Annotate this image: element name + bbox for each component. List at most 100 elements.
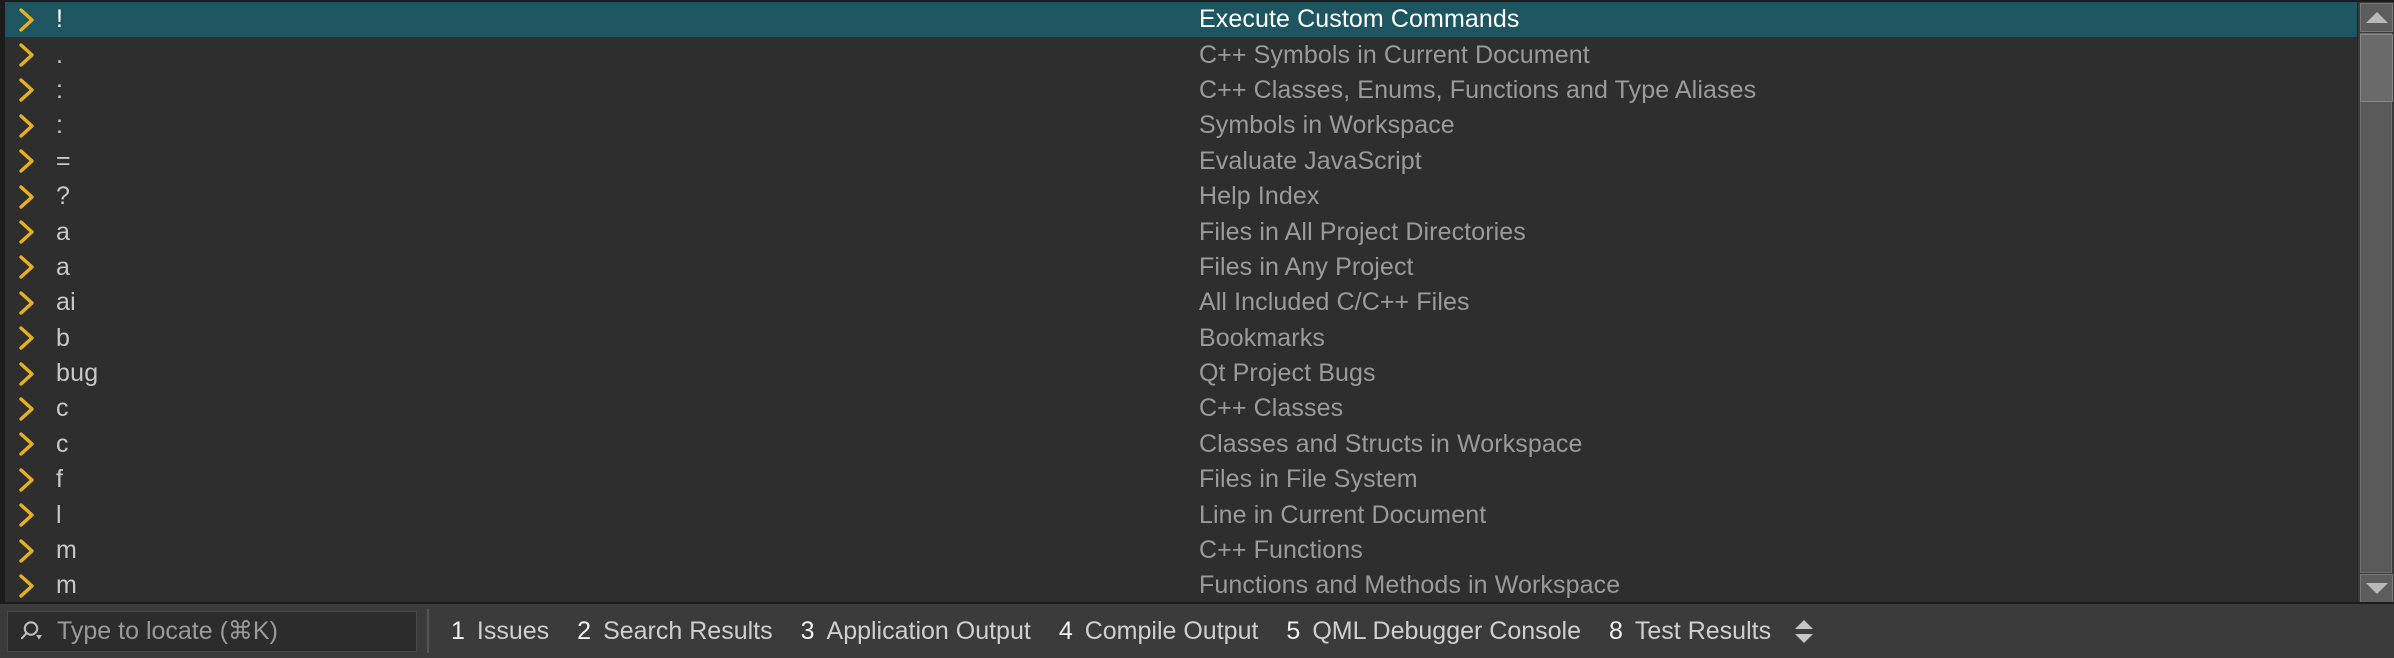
output-pane-button[interactable]: 2 Search Results [563, 616, 786, 645]
filter-description: Execute Custom Commands [1199, 7, 1520, 33]
chevron-right-icon [5, 148, 49, 174]
locator-filter-popup: ! Execute Custom Commands. C++ Symbols in … [0, 0, 2394, 602]
stepper-down-arrow-icon [1795, 633, 1814, 643]
chevron-right-icon [5, 431, 49, 457]
chevron-right-icon [5, 538, 49, 564]
scroll-down-arrow-icon [2365, 583, 2388, 594]
locator-filter-row[interactable]: . C++ Symbols in Current Document [5, 37, 2357, 73]
chevron-right-icon [5, 467, 49, 493]
chevron-right-icon [5, 113, 49, 139]
output-pane-buttons: 1 Issues 2 Search Results 3 Application Outpu… [437, 604, 2394, 658]
filter-description: Line in Current Document [1199, 502, 1487, 528]
locator-filter-row[interactable]: a Files in Any Project [5, 249, 2357, 286]
locator-filter-row[interactable]: : Symbols in Workspace [5, 108, 2357, 144]
scroll-up-arrow-icon [2365, 12, 2388, 23]
filter-prefix: m [56, 573, 78, 599]
locator-filter-row[interactable]: c Classes and Structs in Workspace [5, 426, 2357, 463]
filter-description: Classes and Structs in Workspace [1199, 431, 1583, 457]
filter-description: C++ Classes, Enums, Functions and Type A… [1199, 77, 1757, 103]
scroll-down-button[interactable] [2360, 574, 2393, 602]
filter-description: Files in Any Project [1199, 254, 1414, 280]
chevron-right-icon [5, 290, 49, 316]
chevron-right-icon [5, 219, 49, 245]
locator-filter-row[interactable]: l Line in Current Document [5, 497, 2357, 533]
locator-list-scrollbar[interactable] [2357, 2, 2394, 602]
filter-description: C++ Functions [1199, 538, 1363, 564]
scrollbar-thumb[interactable] [2360, 34, 2393, 102]
output-pane-label: Application Output [826, 616, 1031, 645]
output-pane-button[interactable]: 3 Application Output [787, 616, 1045, 645]
chevron-right-icon [5, 325, 49, 351]
output-pane-button[interactable]: 5 QML Debugger Console [1272, 616, 1595, 645]
output-pane-button[interactable]: 1 Issues [437, 616, 563, 645]
output-pane-number: 8 [1609, 616, 1623, 645]
locator-filter-row[interactable]: a Files in All Project Directories [5, 214, 2357, 250]
locator-filter-row[interactable]: bug Qt Project Bugs [5, 355, 2357, 392]
output-pane-label: Search Results [603, 616, 773, 645]
locator-filter-row[interactable]: ai All Included C/C++ Files [5, 285, 2357, 321]
output-pane-label: QML Debugger Console [1312, 616, 1581, 645]
filter-prefix: c [56, 396, 69, 422]
output-pane-number: 4 [1058, 616, 1073, 645]
filter-prefix: ? [56, 184, 71, 210]
chevron-right-icon [5, 361, 49, 387]
filter-prefix: : [56, 77, 64, 103]
filter-description: Help Index [1199, 184, 1320, 210]
filter-prefix: l [56, 502, 62, 528]
locator-filter-row[interactable]: m Functions and Methods in Workspace [5, 568, 2357, 602]
filter-description: Qt Project Bugs [1199, 361, 1376, 387]
filter-prefix: a [56, 254, 71, 280]
application-window: ! Execute Custom Commands. C++ Symbols in … [0, 0, 2394, 658]
output-pane-number: 3 [800, 616, 815, 645]
output-pane-button[interactable]: 4 Compile Output [1045, 616, 1273, 645]
locator-filter-row[interactable]: ? Help Index [5, 178, 2357, 215]
chevron-right-icon [5, 7, 49, 33]
locator-filter-row[interactable]: : C++ Classes, Enums, Functions and Type … [5, 72, 2357, 109]
scroll-up-button[interactable] [2360, 3, 2393, 32]
output-pane-label: Compile Output [1084, 616, 1259, 645]
filter-description: C++ Classes [1199, 396, 1344, 422]
locator-filter-row[interactable]: f Files in File System [5, 462, 2357, 498]
filter-prefix: bug [56, 361, 99, 387]
filter-prefix: : [56, 113, 64, 139]
output-pane-label: Test Results [1634, 616, 1772, 645]
filter-description: Functions and Methods in Workspace [1199, 573, 1621, 599]
output-pane-label: Issues [476, 616, 550, 645]
search-icon[interactable] [21, 619, 49, 643]
status-bar: Type to locate (⌘K) 1 Issues 2 Search Resul… [0, 602, 2394, 658]
chevron-right-icon [5, 396, 49, 422]
filter-prefix: c [56, 431, 69, 457]
chevron-right-icon [5, 184, 49, 210]
filter-prefix: ai [56, 290, 76, 316]
locator-filter-row[interactable]: c C++ Classes [5, 391, 2357, 427]
locator-filter-row[interactable]: m C++ Functions [5, 532, 2357, 569]
filter-description: Bookmarks [1199, 325, 1325, 351]
locator-filter-list[interactable]: ! Execute Custom Commands. C++ Symbols in … [5, 2, 2357, 602]
filter-prefix: a [56, 219, 71, 245]
scrollbar-track[interactable] [2360, 33, 2392, 573]
output-pane-button[interactable]: 8 Test Results [1595, 616, 1785, 645]
chevron-right-icon [5, 77, 49, 103]
filter-description: C++ Symbols in Current Document [1199, 42, 1590, 68]
filter-prefix: b [56, 325, 71, 351]
filter-prefix: . [56, 42, 64, 68]
output-pane-number: 1 [451, 616, 465, 645]
filter-description: Symbols in Workspace [1199, 113, 1455, 139]
locator-placeholder: Type to locate (⌘K) [57, 616, 278, 645]
chevron-right-icon [5, 502, 49, 528]
output-pane-number: 2 [577, 616, 592, 645]
output-pane-number: 5 [1286, 616, 1301, 645]
stepper-up-arrow-icon [1795, 619, 1814, 629]
filter-prefix: f [56, 467, 64, 493]
output-pane-stepper[interactable] [1795, 604, 1814, 658]
locator-filter-row[interactable]: ! Execute Custom Commands [5, 2, 2357, 38]
locator-filter-row[interactable]: b Bookmarks [5, 320, 2357, 356]
locator-filter-row[interactable]: = Evaluate JavaScript [5, 143, 2357, 179]
chevron-right-icon [5, 42, 49, 68]
filter-description: Files in All Project Directories [1199, 219, 1526, 245]
statusbar-separator [427, 609, 429, 653]
filter-description: All Included C/C++ Files [1199, 290, 1470, 316]
chevron-right-icon [5, 573, 49, 599]
filter-prefix: m [56, 538, 78, 564]
locator-input-wrapper[interactable]: Type to locate (⌘K) [7, 610, 417, 652]
